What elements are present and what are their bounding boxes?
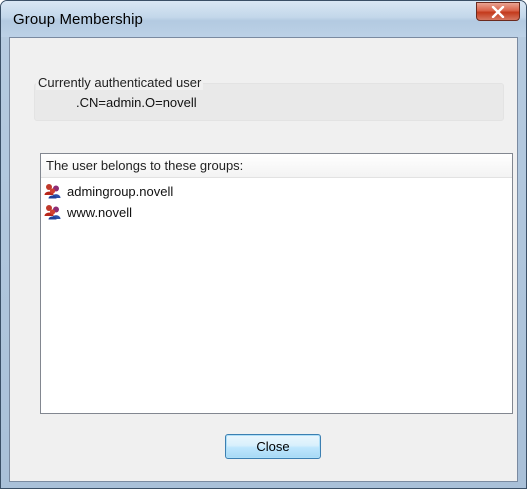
- list-item-label: www.novell: [67, 204, 133, 220]
- dialog-window: Group Membership Currently authenticated…: [0, 0, 527, 489]
- close-button[interactable]: Close: [225, 434, 321, 459]
- title-bar[interactable]: Group Membership: [1, 1, 526, 37]
- authenticated-user-value: .CN=admin.O=novell: [76, 95, 197, 110]
- authenticated-user-label: Currently authenticated user: [36, 75, 204, 90]
- window-title: Group Membership: [13, 11, 143, 28]
- list-item-www[interactable]: www.novell: [44, 202, 132, 222]
- close-icon: [491, 6, 505, 18]
- window-close-button[interactable]: [476, 2, 520, 21]
- dialog-client-area: Currently authenticated user .CN=admin.O…: [9, 37, 518, 482]
- groups-listbox[interactable]: The user belongs to these groups: adming…: [40, 153, 513, 414]
- user-group-icon: [44, 205, 61, 220]
- user-group-icon: [44, 184, 61, 199]
- groups-list-header-label: The user belongs to these groups:: [46, 158, 244, 173]
- groups-list-header: The user belongs to these groups:: [41, 154, 512, 178]
- list-item-admingroup[interactable]: admingroup.novell: [44, 181, 173, 201]
- list-item-label: admingroup.novell: [67, 183, 174, 199]
